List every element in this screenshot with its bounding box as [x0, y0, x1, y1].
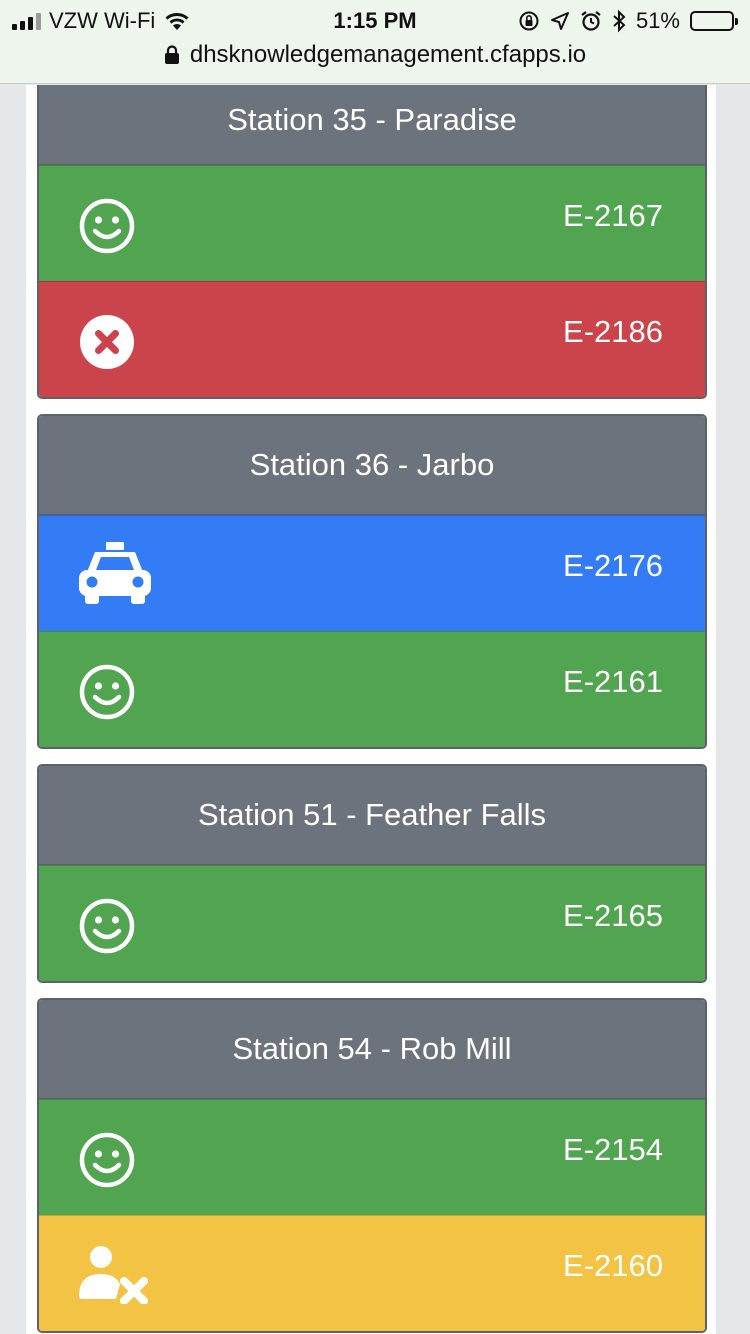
unit-id: E-2154: [563, 1132, 663, 1167]
station-card: Station 35 - Paradise E-2167 E-2186: [37, 85, 707, 399]
station-card: Station 36 - Jarbo E-2176 E-2161: [37, 414, 707, 749]
smiley-icon: [79, 664, 135, 720]
status-bar: VZW Wi-Fi 1:15 PM 51% dhsknowledgemanage…: [0, 0, 750, 84]
unit-id: E-2176: [563, 548, 663, 583]
smiley-icon: [79, 198, 135, 254]
station-title: Station 54 - Rob Mill: [232, 1031, 512, 1066]
station-header[interactable]: Station 54 - Rob Mill: [39, 1000, 705, 1099]
unit-id: E-2160: [563, 1248, 663, 1283]
unit-row[interactable]: E-2167: [39, 165, 705, 281]
unit-row[interactable]: E-2165: [39, 865, 705, 981]
station-card: Station 51 - Feather Falls E-2165: [37, 764, 707, 983]
unit-row[interactable]: E-2161: [39, 631, 705, 747]
taxi-icon: [79, 542, 151, 604]
station-header[interactable]: Station 36 - Jarbo: [39, 416, 705, 515]
unit-id: E-2167: [563, 198, 663, 233]
smiley-icon: [79, 898, 135, 954]
url-bar[interactable]: dhsknowledgemanagement.cfapps.io: [0, 40, 750, 70]
location-icon: [550, 12, 569, 30]
alarm-icon: [581, 11, 601, 31]
page-content: Station 35 - Paradise E-2167 E-2186 Stat…: [26, 85, 716, 1334]
battery-icon: [690, 11, 738, 31]
lock-icon: [164, 45, 179, 64]
station-card: Station 54 - Rob Mill E-2154 E-2160: [37, 998, 707, 1333]
url-text: dhsknowledgemanagement.cfapps.io: [189, 41, 587, 68]
unit-id: E-2186: [563, 314, 663, 349]
unit-id: E-2161: [563, 664, 663, 699]
station-title: Station 36 - Jarbo: [249, 447, 495, 482]
unit-row[interactable]: E-2186: [39, 281, 705, 397]
unit-row[interactable]: E-2160: [39, 1215, 705, 1331]
x-circle-icon: [80, 315, 134, 369]
smiley-icon: [79, 1132, 135, 1188]
bluetooth-icon: [613, 9, 626, 33]
unit-id: E-2165: [563, 898, 663, 933]
user-x-icon: [79, 1246, 148, 1304]
battery-percent: 51%: [635, 8, 680, 33]
orientation-lock-icon: [519, 11, 539, 31]
status-icons: 51%: [518, 6, 738, 36]
station-header[interactable]: Station 51 - Feather Falls: [39, 766, 705, 865]
station-title: Station 35 - Paradise: [227, 101, 517, 137]
station-title: Station 51 - Feather Falls: [197, 797, 547, 832]
station-header[interactable]: Station 35 - Paradise: [39, 85, 705, 165]
unit-row[interactable]: E-2176: [39, 515, 705, 631]
unit-row[interactable]: E-2154: [39, 1099, 705, 1215]
